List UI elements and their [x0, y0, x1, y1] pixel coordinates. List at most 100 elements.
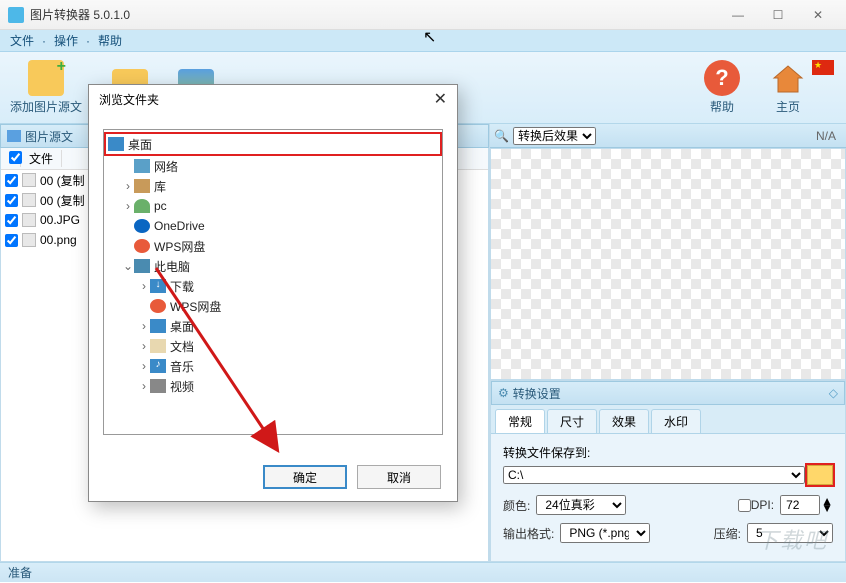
video-icon — [150, 379, 166, 393]
file-icon — [22, 173, 36, 187]
help-icon: ? — [704, 60, 740, 96]
caret-icon[interactable]: › — [122, 179, 134, 193]
tree-node-library[interactable]: ›库 — [106, 176, 440, 196]
caret-icon[interactable]: › — [138, 379, 150, 393]
menu-operation[interactable]: 操作 — [54, 32, 78, 49]
dpi-checkbox[interactable] — [738, 499, 751, 512]
tool-help[interactable]: ? 帮助 — [704, 60, 740, 115]
caret-icon[interactable]: ⌄ — [122, 259, 134, 273]
column-filename[interactable]: 文件 — [21, 150, 62, 167]
image-icon — [7, 130, 21, 142]
onedrive-icon — [134, 219, 150, 233]
dialog-close-button[interactable]: ✕ — [434, 89, 447, 109]
desktop-icon — [108, 137, 124, 151]
file-icon — [22, 213, 36, 227]
output-format-label: 输出格式: — [503, 525, 554, 542]
ok-button[interactable]: 确定 — [263, 465, 347, 489]
file-checkbox[interactable] — [5, 174, 18, 187]
add-folder-icon: + — [28, 60, 64, 96]
settings-panel: ⚙ 转换设置 ◇ 常规 尺寸 效果 水印 转换文件保存到: C:\ 颜色: 24… — [490, 380, 846, 562]
user-icon — [134, 199, 150, 213]
menu-help[interactable]: 帮助 — [98, 32, 122, 49]
caret-icon[interactable]: › — [138, 279, 150, 293]
close-button[interactable]: ✕ — [798, 1, 838, 29]
download-icon: ↓ — [150, 279, 166, 293]
color-label: 颜色: — [503, 497, 530, 514]
expand-icon[interactable]: ◇ — [829, 386, 838, 400]
dialog-title: 浏览文件夹 — [99, 91, 159, 108]
preview-mode-select[interactable]: 转换后效果 — [513, 127, 596, 145]
tree-node-wps[interactable]: WPS网盘 — [106, 236, 440, 256]
caret-icon[interactable]: › — [122, 199, 134, 213]
tab-size[interactable]: 尺寸 — [547, 409, 597, 433]
minimize-button[interactable]: — — [718, 1, 758, 29]
output-format-select[interactable]: PNG (*.png) — [560, 523, 650, 543]
tab-watermark[interactable]: 水印 — [651, 409, 701, 433]
dialog-titlebar: 浏览文件夹 ✕ — [89, 85, 457, 113]
browse-folder-button[interactable] — [807, 465, 833, 485]
library-icon — [134, 179, 150, 193]
menu-file[interactable]: 文件 — [10, 32, 34, 49]
preview-na-label: N/A — [816, 129, 836, 143]
menu-dot: · — [42, 34, 46, 48]
network-icon — [134, 159, 150, 173]
music-icon: ♪ — [150, 359, 166, 373]
tree-node-desktop2[interactable]: ›桌面 — [106, 316, 440, 336]
dpi-input[interactable] — [780, 495, 820, 515]
file-icon — [22, 193, 36, 207]
dpi-spinner[interactable]: ▲▼ — [821, 498, 833, 512]
tree-node-thispc[interactable]: ⌄此电脑 — [106, 256, 440, 276]
file-icon — [22, 233, 36, 247]
tree-node-download[interactable]: ›↓下载 — [106, 276, 440, 296]
caret-icon[interactable]: › — [138, 339, 150, 353]
file-checkbox[interactable] — [5, 214, 18, 227]
tree-node-docs[interactable]: ›文档 — [106, 336, 440, 356]
tree-node-user[interactable]: ›pc — [106, 196, 440, 216]
pc-icon — [134, 259, 150, 273]
app-icon — [8, 7, 24, 23]
file-checkbox[interactable] — [5, 194, 18, 207]
tool-home[interactable]: 主页 — [770, 60, 806, 115]
wps-icon — [134, 239, 150, 253]
tree-node-onedrive[interactable]: OneDrive — [106, 216, 440, 236]
menubar: 文件 · 操作 · 帮助 — [0, 30, 846, 52]
window-title: 图片转换器 5.0.1.0 — [30, 6, 718, 23]
caret-icon[interactable]: › — [138, 319, 150, 333]
menu-dot: · — [86, 34, 90, 48]
color-select[interactable]: 24位真彩 — [536, 495, 626, 515]
tree-node-desktop[interactable]: 桌面 — [106, 134, 440, 154]
statusbar: 准备 — [0, 562, 846, 582]
tab-general[interactable]: 常规 — [495, 409, 545, 433]
titlebar: 图片转换器 5.0.1.0 — ☐ ✕ — [0, 0, 846, 30]
settings-tabs: 常规 尺寸 效果 水印 — [491, 405, 845, 434]
file-checkbox[interactable] — [5, 234, 18, 247]
settings-body: 转换文件保存到: C:\ 颜色: 24位真彩 DPI: ▲▼ 输出格式: PNG — [491, 434, 845, 561]
tree-node-wps2[interactable]: WPS网盘 — [106, 296, 440, 316]
settings-header: ⚙ 转换设置 ◇ — [491, 381, 845, 405]
desktop-icon — [150, 319, 166, 333]
right-column: 🔍 转换后效果 N/A ⚙ 转换设置 ◇ 常规 尺寸 效果 水印 转换文件保存到… — [490, 124, 846, 562]
document-icon — [150, 339, 166, 353]
tab-effect[interactable]: 效果 — [599, 409, 649, 433]
zoom-icon[interactable]: 🔍 — [494, 129, 509, 143]
save-path-select[interactable]: C:\ — [503, 466, 805, 484]
dialog-buttons: 确定 取消 — [89, 453, 457, 501]
preview-canvas — [490, 148, 846, 380]
compress-label: 压缩: — [714, 525, 741, 542]
home-icon — [770, 60, 806, 96]
caret-icon[interactable]: › — [138, 359, 150, 373]
folder-tree[interactable]: 桌面 网络 ›库 ›pc OneDrive WPS网盘 ⌄此电脑 ›↓下载 WP… — [103, 129, 443, 435]
save-to-label: 转换文件保存到: — [503, 444, 833, 461]
china-flag-icon[interactable] — [812, 60, 834, 75]
browse-folder-dialog: 浏览文件夹 ✕ 桌面 网络 ›库 ›pc OneDrive WPS网盘 ⌄此电脑… — [88, 84, 458, 502]
compress-select[interactable]: 5 — [747, 523, 833, 543]
dpi-label: DPI: — [751, 498, 774, 512]
tree-node-network[interactable]: 网络 — [106, 156, 440, 176]
tree-node-music[interactable]: ›♪音乐 — [106, 356, 440, 376]
tool-add-source[interactable]: + 添加图片源文 — [10, 60, 82, 115]
maximize-button[interactable]: ☐ — [758, 1, 798, 29]
cancel-button[interactable]: 取消 — [357, 465, 441, 489]
gear-icon: ⚙ — [498, 386, 509, 400]
wps-icon — [150, 299, 166, 313]
tree-node-video[interactable]: ›视频 — [106, 376, 440, 396]
